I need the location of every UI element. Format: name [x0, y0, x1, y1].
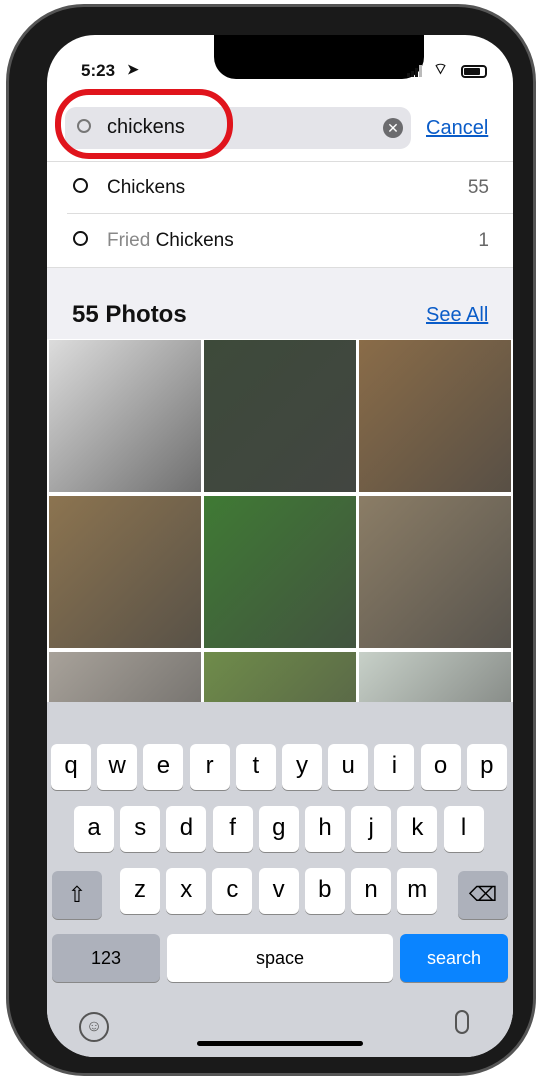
key-u[interactable]: u — [328, 744, 369, 790]
key-v[interactable]: v — [258, 868, 299, 914]
suggestion-text: Chickens — [107, 177, 186, 198]
suggestion-label: Chickens — [107, 177, 185, 199]
keyboard: ⇧ ⌫ 123 space search ☺ qwertyuiop asdfghj… — [47, 702, 513, 1057]
photo-thumbnail[interactable] — [49, 340, 201, 492]
status-time: 5:23 — [81, 61, 116, 80]
key-n[interactable]: n — [351, 868, 391, 914]
photo-thumbnail[interactable] — [49, 496, 201, 648]
key-k[interactable]: k — [397, 806, 438, 852]
key-y[interactable]: y — [282, 744, 322, 790]
photo-thumbnail[interactable] — [359, 340, 511, 492]
suggestion-count: 1 — [478, 230, 489, 251]
home-indicator — [197, 1041, 363, 1046]
key-s[interactable]: s — [120, 806, 161, 852]
space-key[interactable]: space — [167, 934, 393, 982]
screen: 5:23 ➤ ⌔ chickens ✕ Cancel Chickens 55 F… — [47, 35, 513, 1057]
cancel-button[interactable]: Cancel — [426, 117, 488, 140]
emoji-icon[interactable]: ☺ — [79, 1012, 109, 1042]
battery-icon — [461, 65, 487, 78]
key-t[interactable]: t — [235, 744, 276, 790]
key-m[interactable]: m — [397, 868, 438, 914]
delete-key[interactable]: ⌫ — [458, 871, 508, 919]
suggestion-prefix: Fried — [107, 230, 156, 251]
key-w[interactable]: w — [97, 744, 138, 790]
key-j[interactable]: j — [351, 806, 392, 852]
search-icon — [73, 231, 88, 246]
highlight-circle — [55, 89, 233, 159]
photo-thumbnail[interactable] — [204, 340, 356, 492]
key-z[interactable]: z — [120, 868, 160, 914]
suggestion-item[interactable]: Chickens 55 — [67, 162, 513, 214]
key-f[interactable]: f — [212, 806, 253, 852]
suggestion-text: Chickens — [155, 230, 234, 251]
key-l[interactable]: l — [443, 806, 484, 852]
key-r[interactable]: r — [189, 744, 230, 790]
photos-header: 55 Photos See All — [47, 267, 513, 339]
search-key[interactable]: search — [400, 934, 508, 982]
section-title: 55 Photos — [72, 301, 187, 328]
key-c[interactable]: c — [212, 868, 253, 914]
key-h[interactable]: h — [305, 806, 345, 852]
key-e[interactable]: e — [143, 744, 184, 790]
phone-frame: 5:23 ➤ ⌔ chickens ✕ Cancel Chickens 55 F… — [6, 4, 536, 1076]
location-icon: ➤ — [127, 61, 139, 77]
key-x[interactable]: x — [166, 868, 207, 914]
suggestion-item[interactable]: Fried Chickens 1 — [67, 215, 513, 267]
key-i[interactable]: i — [374, 744, 415, 790]
see-all-button[interactable]: See All — [426, 304, 488, 327]
photo-thumbnail[interactable] — [49, 652, 201, 702]
key-g[interactable]: g — [258, 806, 299, 852]
key-q[interactable]: q — [51, 744, 91, 790]
signal-icon — [407, 65, 423, 77]
key-b[interactable]: b — [304, 868, 345, 914]
shift-key[interactable]: ⇧ — [52, 871, 102, 919]
photo-thumbnail[interactable] — [204, 496, 356, 648]
suggestion-count: 55 — [467, 177, 489, 198]
key-a[interactable]: a — [74, 806, 114, 852]
key-o[interactable]: o — [420, 744, 461, 790]
numbers-key[interactable]: 123 — [52, 934, 160, 982]
key-d[interactable]: d — [166, 806, 207, 852]
microphone-icon[interactable] — [455, 1010, 469, 1034]
photo-thumbnail[interactable] — [359, 652, 511, 702]
notch — [214, 35, 424, 79]
key-p[interactable]: p — [466, 744, 507, 790]
photo-thumbnail[interactable] — [359, 496, 511, 648]
search-icon — [73, 178, 88, 193]
photo-grid — [47, 339, 513, 702]
wifi-icon: ⌔ — [433, 61, 449, 78]
photo-thumbnail[interactable] — [204, 652, 356, 702]
suggestion-label: Fried Chickens — [107, 230, 234, 252]
clear-icon[interactable]: ✕ — [383, 118, 403, 138]
